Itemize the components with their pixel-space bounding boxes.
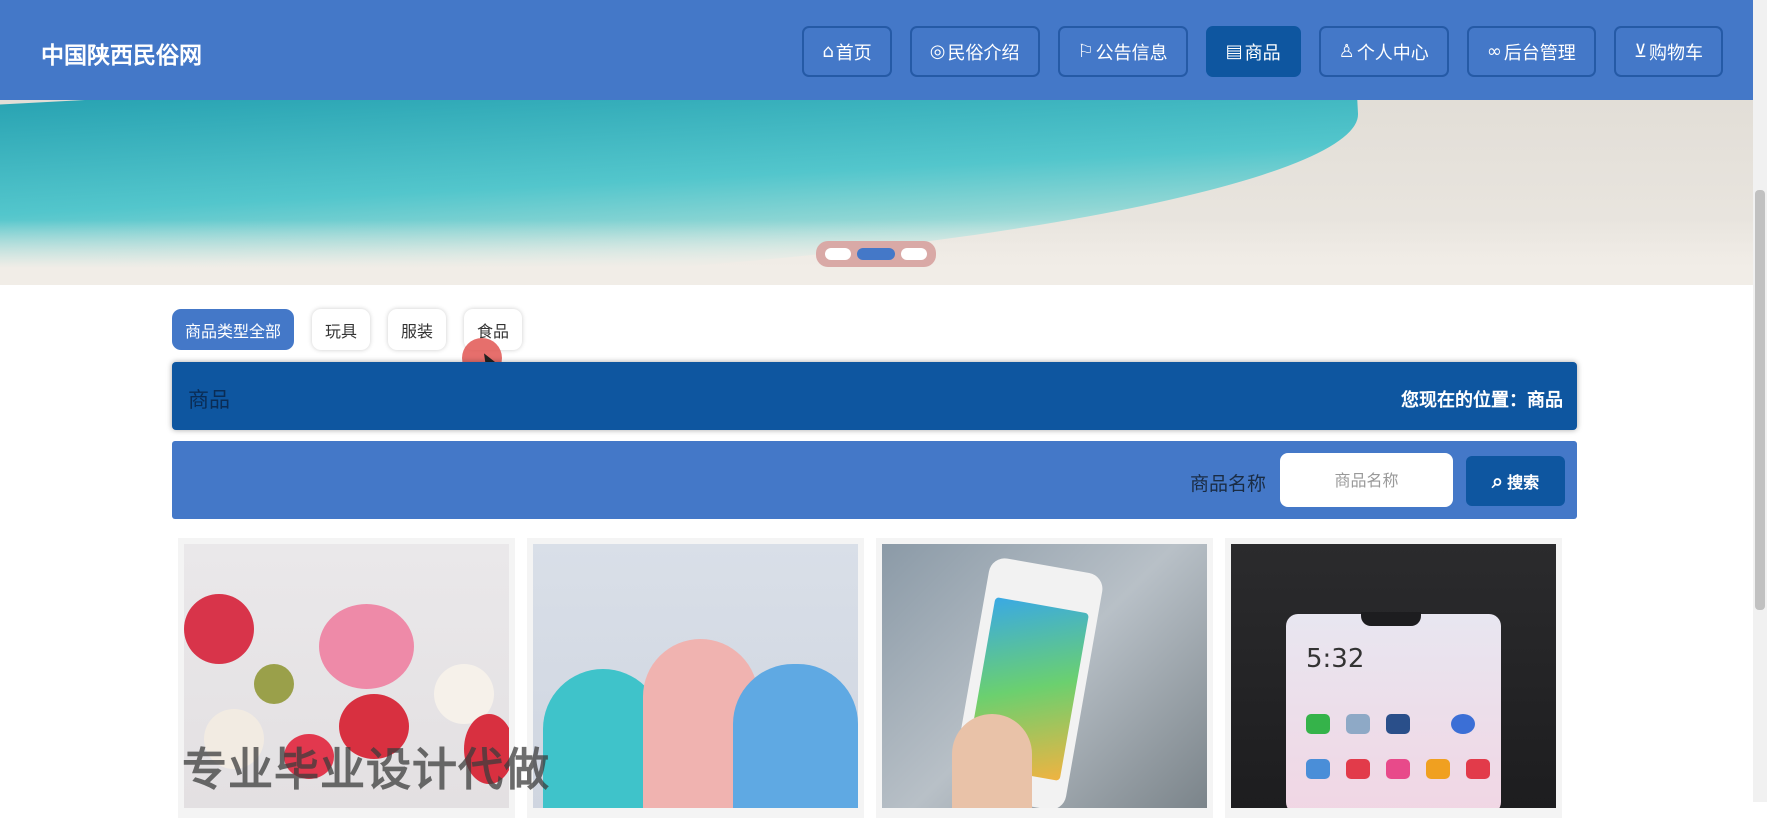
filter-chip-toys[interactable]: 玩具 (312, 309, 371, 350)
main-nav: ⌂ 首页 ◎ 民俗介绍 ⚐ 公告信息 ▤ 商品 ♙ 个人中心 ∞ 后台管理 ⊻ … (802, 26, 1723, 77)
search-label: 商品名称 (1190, 473, 1267, 495)
section-title: 商品 (188, 388, 230, 412)
nav-folk-intro-label: 民俗介绍 (947, 42, 1020, 64)
carousel-indicators (816, 241, 936, 267)
product-image-phone[interactable] (882, 544, 1207, 808)
carousel-dot-3[interactable] (901, 248, 927, 260)
nav-announcements-button[interactable]: ⚐ 公告信息 (1057, 26, 1188, 77)
filter-chip-all[interactable]: 商品类型全部 (172, 309, 295, 350)
product-image-phone-screen[interactable]: 5:32 (1231, 544, 1556, 808)
nav-home-button[interactable]: ⌂ 首页 (802, 26, 892, 77)
search-input[interactable] (1280, 453, 1453, 507)
cart-icon: ⊻ (1633, 41, 1647, 62)
nav-admin-label: 后台管理 (1503, 42, 1576, 64)
page-scrollbar[interactable] (1753, 0, 1767, 802)
product-image-cups[interactable] (533, 544, 858, 808)
search-button[interactable]: ⌕ 搜索 (1466, 456, 1565, 506)
user-icon: ♙ (1338, 41, 1355, 62)
watermark-text: 专业毕业设计代做 (182, 743, 551, 796)
carousel-dot-1[interactable] (825, 248, 851, 260)
nav-admin-button[interactable]: ∞ 后台管理 (1466, 26, 1596, 77)
section-title-bar: 商品 您现在的位置：商品 (172, 362, 1577, 430)
nav-folk-intro-button[interactable]: ◎ 民俗介绍 (909, 26, 1040, 77)
link-icon: ∞ (1486, 41, 1502, 62)
product-card[interactable] (876, 538, 1213, 818)
nav-personal-center-button[interactable]: ♙ 个人中心 (1318, 26, 1449, 77)
nav-personal-center-label: 个人中心 (1356, 42, 1429, 64)
calendar-icon: ▤ (1225, 41, 1243, 62)
nav-products-label: 商品 (1244, 42, 1281, 64)
product-card[interactable] (527, 538, 864, 818)
nav-cart-label: 购物车 (1649, 42, 1703, 64)
nav-announcements-label: 公告信息 (1095, 42, 1168, 64)
search-bar: 商品名称 ⌕ 搜索 (172, 441, 1577, 519)
nav-products-button[interactable]: ▤ 商品 (1205, 26, 1301, 77)
scrollbar-thumb[interactable] (1755, 190, 1765, 610)
carousel-dot-2[interactable] (857, 248, 895, 260)
top-nav-bar: 中国陕西民俗网 ⌂ 首页 ◎ 民俗介绍 ⚐ 公告信息 ▤ 商品 ♙ 个人中心 ∞… (0, 0, 1767, 100)
filter-chip-clothing[interactable]: 服装 (388, 309, 447, 350)
flag-icon: ⚐ (1077, 41, 1094, 62)
search-button-label: 搜索 (1507, 473, 1540, 492)
palette-icon: ◎ (929, 41, 946, 62)
banner-carousel[interactable] (0, 100, 1753, 285)
nav-home-label: 首页 (835, 42, 872, 64)
search-icon: ⌕ (1491, 469, 1504, 493)
site-title[interactable]: 中国陕西民俗网 (41, 36, 202, 70)
breadcrumb: 您现在的位置：商品 (1401, 390, 1563, 411)
nav-cart-button[interactable]: ⊻ 购物车 (1613, 26, 1723, 77)
home-icon: ⌂ (822, 41, 834, 62)
product-card[interactable]: 5:32 (1225, 538, 1562, 818)
